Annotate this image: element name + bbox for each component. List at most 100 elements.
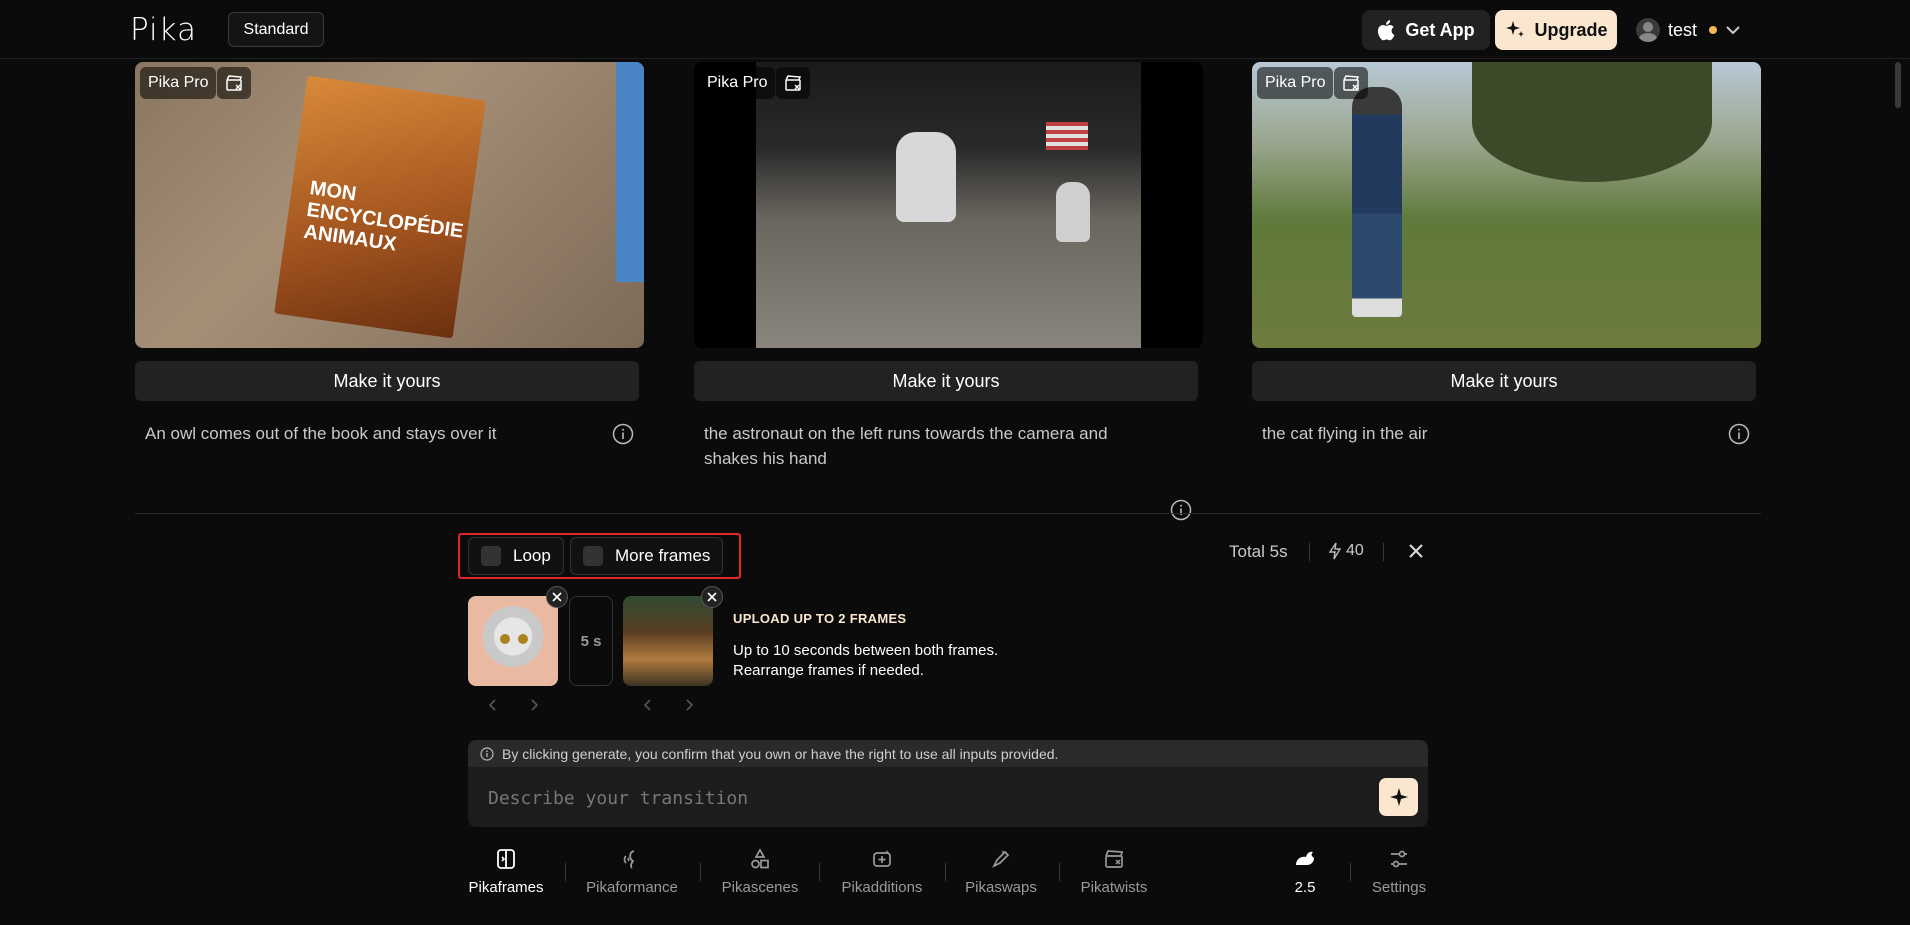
get-app-button[interactable]: Get App (1362, 10, 1490, 50)
pika-logo[interactable]: Pika (130, 12, 197, 48)
pikaformance-icon (623, 850, 635, 869)
pikaframes-icon (497, 849, 515, 869)
separator (1383, 543, 1384, 561)
notification-dot (1709, 26, 1718, 34)
scrollbar-thumb[interactable] (1895, 62, 1901, 108)
upload-line: Up to 10 seconds between both frames. (733, 642, 999, 659)
user-menu[interactable]: test (1636, 16, 1741, 44)
astronaut-figure (1056, 182, 1090, 242)
close-icon[interactable] (1405, 540, 1427, 562)
info-icon[interactable] (612, 423, 634, 445)
credit-cost: 40 (1328, 542, 1364, 560)
chevron-left-icon[interactable] (641, 697, 655, 713)
tool-label: Pikaframes (468, 879, 544, 896)
astronaut-figure (896, 132, 956, 222)
clapper-icon[interactable] (1334, 67, 1368, 99)
close-icon (552, 592, 562, 602)
info-icon[interactable] (1170, 499, 1192, 521)
separator (1309, 543, 1310, 561)
apple-icon (1378, 20, 1395, 41)
credit-count: 40 (1346, 542, 1364, 559)
card-caption: the astronaut on the left runs towards t… (704, 424, 1108, 468)
sparkle-icon (1389, 788, 1408, 806)
plan-standard-button[interactable]: Standard (228, 12, 324, 47)
book-side (616, 62, 644, 282)
cat-eye (500, 634, 510, 644)
username: test (1668, 19, 1698, 40)
loop-toggle[interactable]: Loop (468, 537, 564, 575)
settings-button[interactable]: Settings (1368, 847, 1430, 899)
separator (1350, 863, 1351, 881)
upload-title: UPLOAD UP TO 2 FRAMES (733, 611, 907, 626)
pikadditions-icon (873, 850, 891, 867)
person-figure (1352, 87, 1402, 317)
tool-label: Pikaformance (586, 879, 678, 896)
card-caption: An owl comes out of the book and stays o… (145, 424, 497, 443)
separator (565, 863, 566, 881)
info-icon (480, 746, 494, 761)
separator (945, 863, 946, 881)
book-cover-text: MON ENCYCLOPÉDIE ANIMAUX (302, 177, 465, 256)
section-divider (135, 513, 1761, 514)
pika-pro-badge: Pika Pro (1257, 67, 1334, 99)
example-video-thumbnail[interactable]: MON ENCYCLOPÉDIE ANIMAUX Pika Pro (135, 62, 644, 348)
tool-pikaformance[interactable]: Pikaformance (584, 847, 680, 899)
clapper-icon[interactable] (776, 67, 810, 99)
more-frames-toggle[interactable]: More frames (570, 537, 724, 575)
tool-pikaframes[interactable]: Pikaframes (468, 847, 544, 899)
tree-figure (1472, 62, 1712, 182)
tool-label: Pikadditions (841, 879, 923, 896)
moon-scene (756, 62, 1141, 348)
more-frames-label: More frames (615, 546, 711, 565)
chevron-left-icon[interactable] (486, 697, 500, 713)
chevron-down-icon (1726, 26, 1740, 35)
pikaswaps-icon (992, 850, 1010, 868)
example-video-thumbnail[interactable]: Pika Pro (1252, 62, 1761, 348)
separator (819, 863, 820, 881)
lightning-icon (1328, 542, 1342, 560)
make-it-yours-button[interactable]: Make it yours (135, 361, 639, 401)
rabbit-model-icon (1296, 851, 1314, 865)
upgrade-label: Upgrade (1534, 19, 1608, 40)
generate-button[interactable] (1379, 778, 1418, 816)
clapper-icon[interactable] (217, 67, 251, 99)
loop-checkbox[interactable] (481, 546, 501, 566)
frame-duration[interactable]: 5 s (569, 596, 613, 686)
book-cover: MON ENCYCLOPÉDIE ANIMAUX (274, 75, 486, 339)
tool-label: Pikascenes (721, 879, 799, 896)
avatar (1636, 18, 1660, 42)
chevron-right-icon[interactable] (682, 697, 696, 713)
first-frame-thumbnail[interactable] (468, 596, 558, 686)
tool-pikatwists[interactable]: Pikatwists (1078, 847, 1150, 899)
more-frames-checkbox[interactable] (583, 546, 603, 566)
make-it-yours-button[interactable]: Make it yours (1252, 361, 1756, 401)
pika-pro-badge: Pika Pro (699, 67, 776, 99)
top-header: Pika Standard Get App Upgrade test (0, 0, 1910, 59)
loop-label: Loop (513, 546, 551, 565)
remove-frame-button[interactable] (546, 586, 568, 608)
example-video-thumbnail[interactable]: Pika Pro (694, 62, 1203, 348)
sparkle-icon (1506, 21, 1525, 37)
second-frame-thumbnail[interactable] (623, 596, 713, 686)
transition-prompt-input[interactable] (488, 784, 1328, 812)
tool-pikadditions[interactable]: Pikadditions (836, 847, 928, 899)
model-version-selector[interactable]: 2.5 (1290, 847, 1320, 899)
tool-pikascenes[interactable]: Pikascenes (718, 847, 802, 899)
chevron-right-icon[interactable] (527, 697, 541, 713)
remove-frame-button[interactable] (701, 586, 723, 608)
card-caption: the cat flying in the air (1262, 424, 1428, 443)
settings-sliders-icon (1391, 850, 1407, 868)
separator (700, 863, 701, 881)
upload-description: Up to 10 seconds between both frames. Re… (733, 641, 998, 681)
make-it-yours-button[interactable]: Make it yours (694, 361, 1198, 401)
get-app-label: Get App (1405, 19, 1475, 40)
tool-pikaswaps[interactable]: Pikaswaps (962, 847, 1040, 899)
upgrade-button[interactable]: Upgrade (1495, 10, 1617, 50)
ownership-notice: By clicking generate, you confirm that y… (468, 740, 1428, 767)
close-icon (707, 592, 717, 602)
pika-pro-badge: Pika Pro (140, 67, 217, 99)
tool-label: Settings (1371, 879, 1427, 896)
info-icon[interactable] (1728, 423, 1750, 445)
notice-text: By clicking generate, you confirm that y… (502, 745, 1059, 762)
pikascenes-icon (751, 848, 769, 869)
